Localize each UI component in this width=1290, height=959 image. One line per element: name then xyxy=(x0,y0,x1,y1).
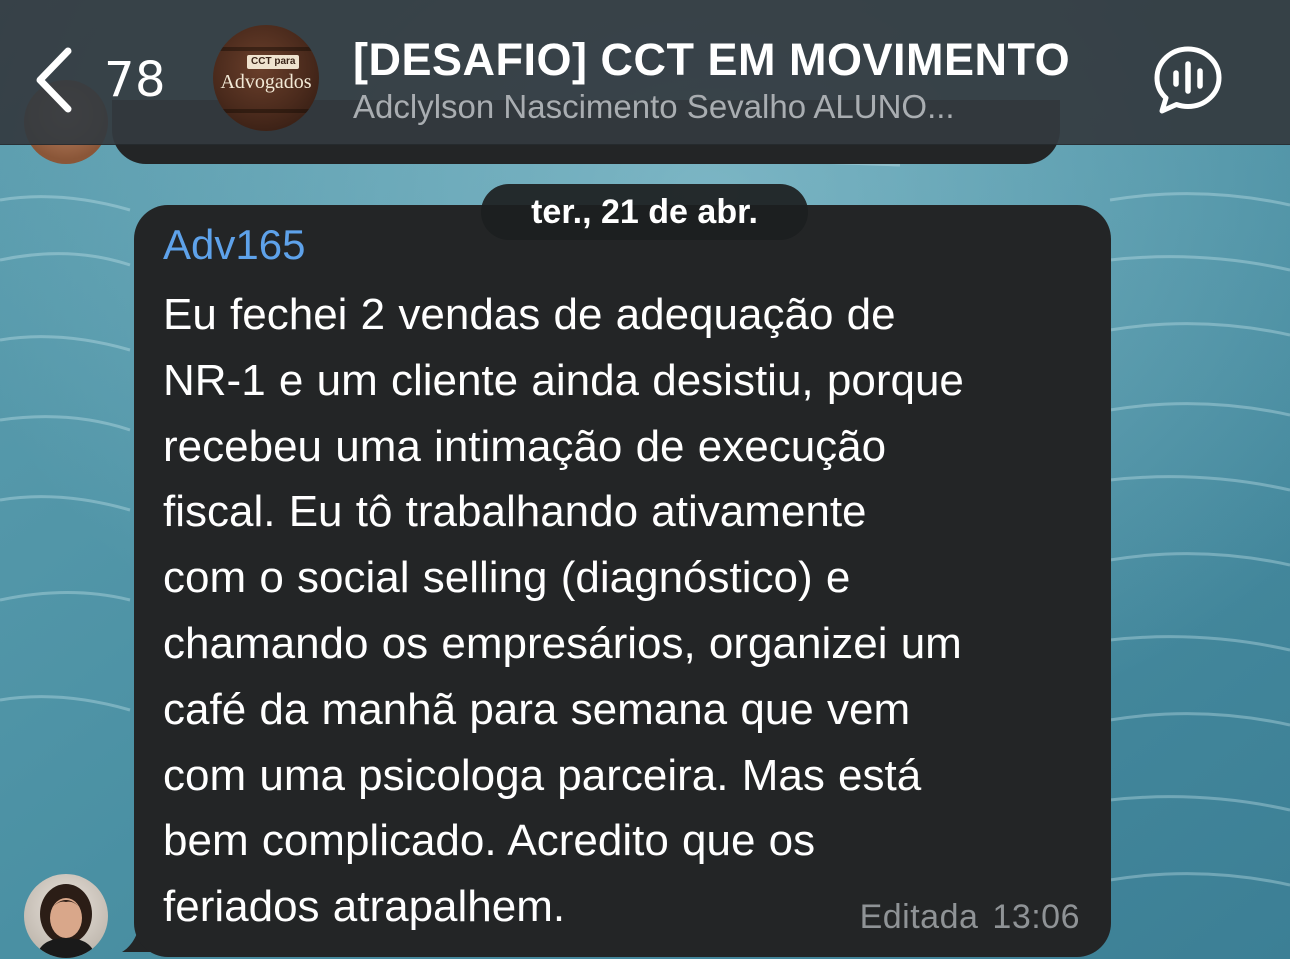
chevron-left-icon xyxy=(36,47,72,113)
message-line: chamando os empresários, organizei um xyxy=(163,618,962,668)
message-meta: Editada 13:06 xyxy=(860,898,1080,937)
unread-count: 78 xyxy=(104,52,167,108)
chat-header: 78 CCT para Advogados [DESAFIO] CCT EM M… xyxy=(0,0,1290,145)
chat-title[interactable]: [DESAFIO] CCT EM MOVIMENTO xyxy=(353,34,1070,86)
group-avatar-label-small: CCT para xyxy=(247,55,300,69)
message-line: Eu fechei 2 vendas de adequação de xyxy=(163,290,896,339)
bookshelf-line xyxy=(213,47,319,51)
message-line: fiscal. Eu tô trabalhando ativamente xyxy=(163,487,867,537)
message-line: café da manhã para semana que vem xyxy=(163,684,911,734)
chat-subtitle[interactable]: Adclylson Nascimento Sevalho ALUNO... xyxy=(353,88,1053,126)
message-text: Eu fechei 2 vendas de adequação de NR-1 … xyxy=(163,282,1098,940)
voice-chat-button[interactable] xyxy=(1152,44,1224,116)
sender-name[interactable]: Adv165 xyxy=(163,221,305,269)
group-avatar-label: Advogados xyxy=(220,71,312,93)
message-line: recebeu uma intimação de execução xyxy=(163,421,887,471)
sender-avatar[interactable] xyxy=(24,874,108,958)
bookshelf-line xyxy=(213,109,319,113)
group-avatar[interactable]: CCT para Advogados xyxy=(213,25,319,131)
date-separator: ter., 21 de abr. xyxy=(481,184,808,240)
message-line: bem complicado. Acredito que os xyxy=(163,816,816,866)
chat-screen: 78 CCT para Advogados [DESAFIO] CCT EM M… xyxy=(0,0,1290,959)
message-bubble[interactable]: Adv165 Eu fechei 2 vendas de adequação d… xyxy=(134,205,1111,957)
message-time: 13:06 xyxy=(992,898,1080,936)
message-line: com uma psicologa parceira. Mas está xyxy=(163,750,922,800)
edited-label: Editada xyxy=(859,898,979,936)
message-line: com o social selling (diagnóstico) e xyxy=(163,553,851,603)
voice-chat-icon xyxy=(1154,46,1222,114)
back-button[interactable]: 78 xyxy=(30,40,180,120)
message-line: NR-1 e um cliente ainda desistiu, porque xyxy=(163,355,964,405)
